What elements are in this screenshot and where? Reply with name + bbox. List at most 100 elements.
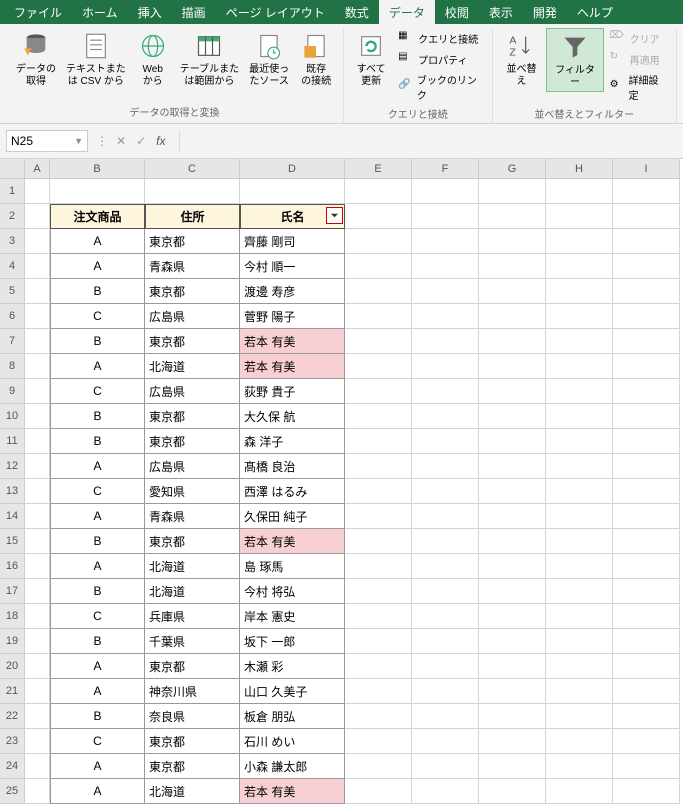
cell[interactable]: B <box>50 329 145 354</box>
row-header[interactable]: 7 <box>0 329 25 354</box>
col-header[interactable]: I <box>613 159 680 179</box>
cell[interactable]: 青森県 <box>145 254 240 279</box>
queries-connections-button[interactable]: ▦クエリと接続 <box>394 28 485 48</box>
row-header[interactable]: 16 <box>0 554 25 579</box>
cell[interactable] <box>546 204 613 229</box>
cell[interactable]: B <box>50 529 145 554</box>
tab-pagelayout[interactable]: ページ レイアウト <box>216 0 335 24</box>
tab-help[interactable]: ヘルプ <box>567 0 623 24</box>
cell[interactable]: 坂下 一郎 <box>240 629 345 654</box>
table-header[interactable]: 注文商品 <box>50 204 145 229</box>
cell[interactable]: 兵庫県 <box>145 604 240 629</box>
cell[interactable] <box>412 379 479 404</box>
cell[interactable] <box>546 429 613 454</box>
cell[interactable] <box>613 579 680 604</box>
cell[interactable] <box>412 229 479 254</box>
properties-button[interactable]: ▤プロパティ <box>394 49 485 69</box>
cell[interactable] <box>479 279 546 304</box>
cell[interactable]: 東京都 <box>145 729 240 754</box>
cell[interactable] <box>613 679 680 704</box>
cell[interactable] <box>479 754 546 779</box>
cell[interactable]: 板倉 朋弘 <box>240 704 345 729</box>
cell[interactable] <box>613 779 680 804</box>
formula-input[interactable] <box>179 130 677 152</box>
cell[interactable] <box>613 304 680 329</box>
more-icon[interactable]: ⋮ <box>96 134 108 148</box>
tab-insert[interactable]: 挿入 <box>128 0 172 24</box>
from-csv-button[interactable]: テキストまた は CSV から <box>62 28 130 90</box>
cell[interactable] <box>613 754 680 779</box>
from-table-button[interactable]: テーブルまた は範囲から <box>176 28 243 90</box>
cell[interactable] <box>613 254 680 279</box>
cell[interactable] <box>479 204 546 229</box>
cell[interactable]: C <box>50 379 145 404</box>
cell[interactable]: 荻野 貴子 <box>240 379 345 404</box>
col-header[interactable]: G <box>479 159 546 179</box>
cell[interactable]: 広島県 <box>145 454 240 479</box>
cell[interactable] <box>25 704 50 729</box>
select-all-corner[interactable] <box>0 159 25 179</box>
cell[interactable]: A <box>50 679 145 704</box>
cell[interactable] <box>546 479 613 504</box>
cell[interactable]: C <box>50 304 145 329</box>
cell[interactable] <box>345 404 412 429</box>
cell[interactable] <box>412 629 479 654</box>
row-header[interactable]: 3 <box>0 229 25 254</box>
cell[interactable] <box>546 654 613 679</box>
cell[interactable] <box>25 229 50 254</box>
name-box[interactable]: N25 ▼ <box>6 130 88 152</box>
advanced-filter-button[interactable]: ⚙詳細設定 <box>606 70 670 104</box>
row-header[interactable]: 21 <box>0 679 25 704</box>
cell[interactable] <box>345 504 412 529</box>
cell[interactable] <box>25 454 50 479</box>
row-header[interactable]: 12 <box>0 454 25 479</box>
cell[interactable] <box>25 579 50 604</box>
cell[interactable]: 今村 順一 <box>240 254 345 279</box>
cell[interactable] <box>412 179 479 204</box>
cell[interactable] <box>546 329 613 354</box>
cell[interactable]: B <box>50 404 145 429</box>
cell[interactable] <box>546 729 613 754</box>
row-header[interactable]: 14 <box>0 504 25 529</box>
cell[interactable] <box>479 304 546 329</box>
row-header[interactable]: 15 <box>0 529 25 554</box>
cell[interactable]: 東京都 <box>145 404 240 429</box>
cell[interactable] <box>479 654 546 679</box>
cell[interactable] <box>479 404 546 429</box>
cell[interactable] <box>479 329 546 354</box>
cell[interactable] <box>25 504 50 529</box>
row-header[interactable]: 25 <box>0 779 25 804</box>
row-header[interactable]: 23 <box>0 729 25 754</box>
fx-icon[interactable]: fx <box>156 134 165 148</box>
tab-file[interactable]: ファイル <box>4 0 72 24</box>
cell[interactable] <box>345 754 412 779</box>
cell[interactable] <box>345 204 412 229</box>
row-header[interactable]: 9 <box>0 379 25 404</box>
cell[interactable] <box>412 554 479 579</box>
row-header[interactable]: 1 <box>0 179 25 204</box>
cell[interactable] <box>345 479 412 504</box>
cell[interactable] <box>412 579 479 604</box>
cell[interactable] <box>412 454 479 479</box>
cell[interactable]: 若本 有美 <box>240 779 345 804</box>
cell[interactable]: 東京都 <box>145 654 240 679</box>
tab-developer[interactable]: 開発 <box>523 0 567 24</box>
cell[interactable] <box>479 529 546 554</box>
cell[interactable] <box>412 679 479 704</box>
cell[interactable] <box>25 654 50 679</box>
col-header[interactable]: A <box>25 159 50 179</box>
row-header[interactable]: 22 <box>0 704 25 729</box>
cell[interactable] <box>479 579 546 604</box>
cell[interactable]: B <box>50 579 145 604</box>
cell[interactable] <box>479 779 546 804</box>
cell[interactable] <box>479 179 546 204</box>
cell[interactable] <box>345 579 412 604</box>
cell[interactable]: 西澤 はるみ <box>240 479 345 504</box>
cell[interactable]: 東京都 <box>145 429 240 454</box>
cell[interactable] <box>613 279 680 304</box>
filter-button[interactable]: フィルター <box>546 28 603 92</box>
cell[interactable] <box>412 304 479 329</box>
cell[interactable] <box>479 254 546 279</box>
cell[interactable] <box>479 504 546 529</box>
cell[interactable] <box>479 429 546 454</box>
